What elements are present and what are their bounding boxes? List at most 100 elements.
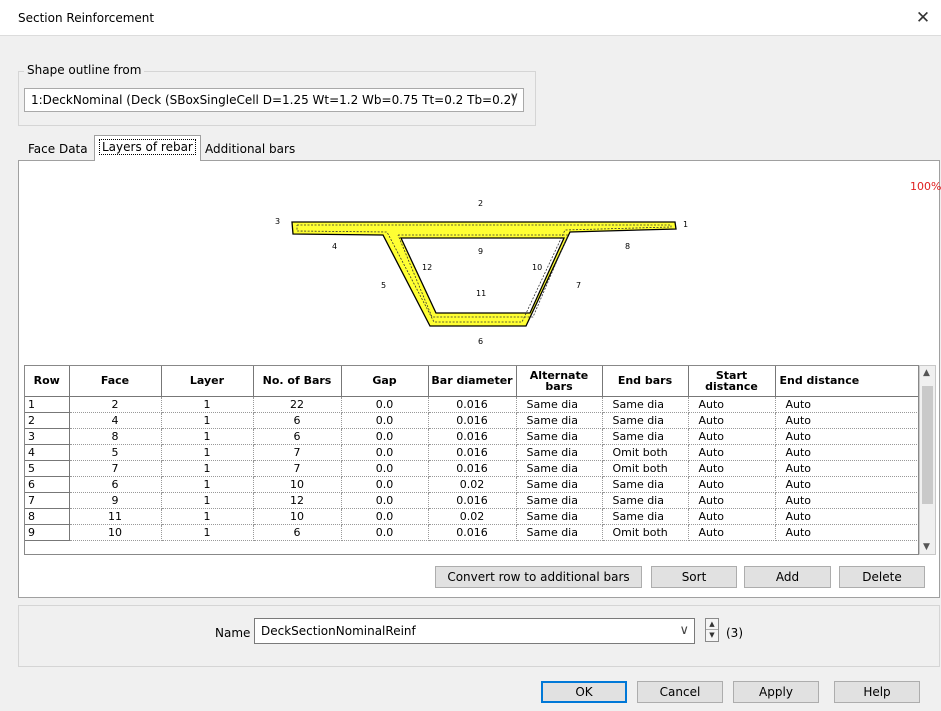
cell-end-bars[interactable]: Omit both [602,524,689,541]
cell-start-distance[interactable]: Auto [688,396,776,413]
cell-alternate-bars[interactable]: Same dia [516,508,603,525]
cell-bar-diameter[interactable]: 0.02 [428,476,517,493]
cell-end-bars[interactable]: Same dia [602,508,689,525]
cell-alternate-bars[interactable]: Same dia [516,428,603,445]
chevron-down-icon[interactable]: ∨ [679,623,689,638]
cell-gap[interactable]: 0.0 [341,476,429,493]
cell-bar-diameter[interactable]: 0.016 [428,524,517,541]
cell-end-bars[interactable]: Same dia [602,428,689,445]
row-header[interactable]: 5 [25,460,70,477]
cell-layer[interactable]: 1 [161,524,254,541]
cell-bar-diameter[interactable]: 0.016 [428,460,517,477]
rebar-layers-grid[interactable]: Row Face Layer No. of Bars Gap Bar diame… [24,365,919,555]
cell-end-distance[interactable]: Auto [775,508,918,525]
cell-end-distance[interactable]: Auto [775,524,918,541]
tab-additional-bars[interactable]: Additional bars [201,138,299,160]
cell-end-bars[interactable]: Same dia [602,476,689,493]
table-row[interactable]: 9 10 1 6 0.0 0.016 Same dia Omit both Auto Auto [25,524,918,541]
name-combobox[interactable]: DeckSectionNominalReinf ∨ [254,618,695,644]
cell-end-distance[interactable]: Auto [775,428,918,445]
table-row[interactable]: 1 2 1 22 0.0 0.016 Same dia Same dia Auto Auto [25,396,918,413]
cell-end-distance[interactable]: Auto [775,460,918,477]
row-header[interactable]: 1 [25,396,70,413]
column-header-end-distance[interactable]: End distance [775,366,918,397]
spin-down-icon[interactable]: ▼ [706,630,718,641]
cell-start-distance[interactable]: Auto [688,428,776,445]
cell-end-bars[interactable]: Same dia [602,492,689,509]
cell-alternate-bars[interactable]: Same dia [516,412,603,429]
column-header-end-bars[interactable]: End bars [602,366,689,397]
shape-outline-select[interactable]: 1:DeckNominal (Deck (SBoxSingleCell D=1.… [24,88,524,112]
column-header-row[interactable]: Row [25,366,70,397]
cell-no-of-bars[interactable]: 6 [253,412,342,429]
cell-face[interactable]: 10 [69,524,162,541]
cell-gap[interactable]: 0.0 [341,412,429,429]
cell-end-distance[interactable]: Auto [775,444,918,461]
cell-end-distance[interactable]: Auto [775,492,918,509]
cell-face[interactable]: 7 [69,460,162,477]
cell-bar-diameter[interactable]: 0.016 [428,428,517,445]
name-spinner[interactable]: ▲ ▼ [705,618,719,642]
cell-alternate-bars[interactable]: Same dia [516,460,603,477]
column-header-bar-diameter[interactable]: Bar diameter [428,366,517,397]
sort-button[interactable]: Sort [651,566,737,588]
cell-bar-diameter[interactable]: 0.016 [428,444,517,461]
cell-bar-diameter[interactable]: 0.016 [428,492,517,509]
cell-gap[interactable]: 0.0 [341,428,429,445]
cell-no-of-bars[interactable]: 6 [253,524,342,541]
cell-alternate-bars[interactable]: Same dia [516,396,603,413]
close-icon[interactable]: ✕ [910,6,936,30]
cell-no-of-bars[interactable]: 6 [253,428,342,445]
cell-no-of-bars[interactable]: 12 [253,492,342,509]
cell-gap[interactable]: 0.0 [341,444,429,461]
table-row[interactable]: 7 9 1 12 0.0 0.016 Same dia Same dia Auto Auto [25,492,918,509]
cell-start-distance[interactable]: Auto [688,476,776,493]
table-row[interactable]: 5 7 1 7 0.0 0.016 Same dia Omit both Auto Auto [25,460,918,477]
cell-face[interactable]: 5 [69,444,162,461]
cell-layer[interactable]: 1 [161,492,254,509]
column-header-gap[interactable]: Gap [341,366,429,397]
cell-bar-diameter[interactable]: 0.016 [428,396,517,413]
column-header-face[interactable]: Face [69,366,162,397]
ok-button[interactable]: OK [541,681,627,703]
apply-button[interactable]: Apply [733,681,819,703]
column-header-layer[interactable]: Layer [161,366,254,397]
column-header-alternate-bars[interactable]: Alternate bars [516,366,603,397]
column-header-no-of-bars[interactable]: No. of Bars [253,366,342,397]
help-button[interactable]: Help [834,681,920,703]
delete-button[interactable]: Delete [839,566,925,588]
cell-end-distance[interactable]: Auto [775,412,918,429]
cancel-button[interactable]: Cancel [637,681,723,703]
cell-end-distance[interactable]: Auto [775,396,918,413]
table-row[interactable]: 3 8 1 6 0.0 0.016 Same dia Same dia Auto Auto [25,428,918,445]
cell-start-distance[interactable]: Auto [688,444,776,461]
table-row[interactable]: 6 6 1 10 0.0 0.02 Same dia Same dia Auto Auto [25,476,918,493]
cell-start-distance[interactable]: Auto [688,412,776,429]
row-header[interactable]: 2 [25,412,70,429]
cell-layer[interactable]: 1 [161,396,254,413]
row-header[interactable]: 7 [25,492,70,509]
convert-row-button[interactable]: Convert row to additional bars [435,566,642,588]
cell-face[interactable]: 11 [69,508,162,525]
cell-no-of-bars[interactable]: 7 [253,460,342,477]
table-row[interactable]: 8 11 1 10 0.0 0.02 Same dia Same dia Auto Auto [25,508,918,525]
cell-gap[interactable]: 0.0 [341,492,429,509]
cell-layer[interactable]: 1 [161,460,254,477]
cell-face[interactable]: 2 [69,396,162,413]
row-header[interactable]: 4 [25,444,70,461]
cell-face[interactable]: 9 [69,492,162,509]
cell-end-bars[interactable]: Omit both [602,460,689,477]
cell-face[interactable]: 6 [69,476,162,493]
cell-no-of-bars[interactable]: 7 [253,444,342,461]
row-header[interactable]: 8 [25,508,70,525]
cell-alternate-bars[interactable]: Same dia [516,492,603,509]
cell-layer[interactable]: 1 [161,444,254,461]
row-header[interactable]: 9 [25,524,70,541]
cell-face[interactable]: 4 [69,412,162,429]
scrollbar-thumb[interactable] [922,386,933,504]
add-button[interactable]: Add [744,566,831,588]
cell-gap[interactable]: 0.0 [341,396,429,413]
scroll-up-icon[interactable]: ▲ [923,368,930,378]
cell-start-distance[interactable]: Auto [688,460,776,477]
cell-layer[interactable]: 1 [161,428,254,445]
